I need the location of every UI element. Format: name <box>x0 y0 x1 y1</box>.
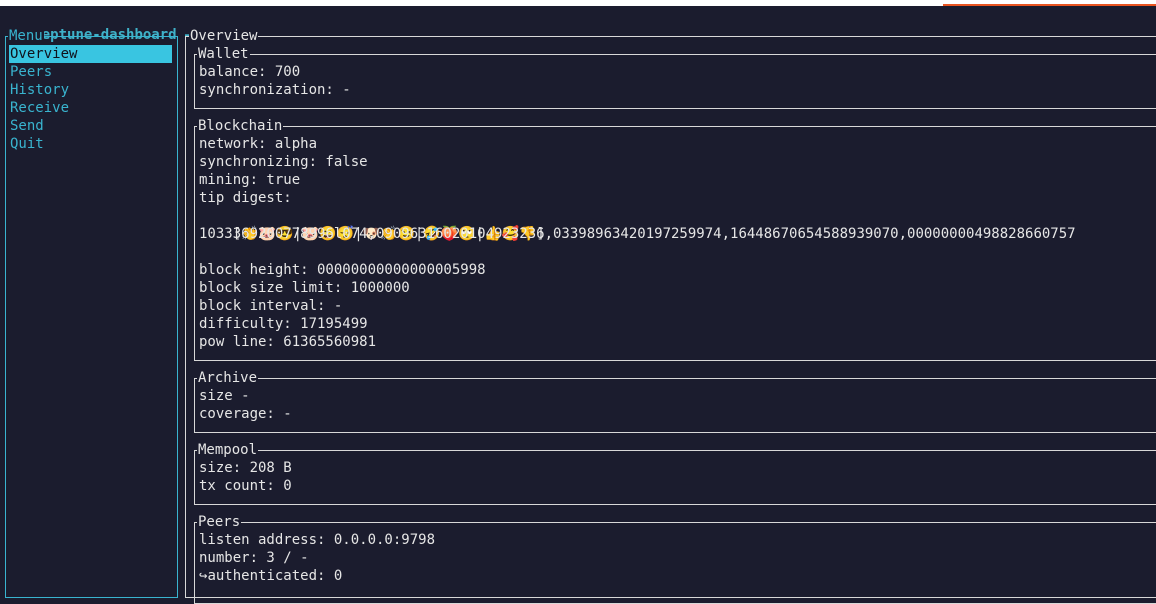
overview-title: Overview <box>189 27 259 45</box>
blockchain-block-interval: block interval: - <box>199 298 343 314</box>
mempool-title: Mempool <box>197 441 259 459</box>
menu-item-overview[interactable]: Overview <box>9 45 172 63</box>
blockchain-network: network: alpha <box>199 136 318 152</box>
mempool-size: size: 208 B <box>199 460 292 476</box>
window-top-accent <box>943 4 1156 6</box>
tip-digest-hex: 1033369200778996l074,0909631602010492323… <box>199 226 1076 242</box>
menu-item-peers[interactable]: Peers <box>9 63 172 81</box>
wallet-synchronization: synchronization: - <box>199 82 351 98</box>
mempool-tx-count: tx count: 0 <box>199 478 292 494</box>
peers-panel: Peers listen address: 0.0.0.0:9798 numbe… <box>194 513 1156 604</box>
blockchain-panel: Blockchain network: alpha synchronizing:… <box>194 117 1156 361</box>
menu-item-history[interactable]: History <box>9 81 172 99</box>
tip-digest-emoji: [👏🐷😎|🐷😄😴|🐶👏😉|🤣🍑🙄|👍🥰👎] <box>199 207 545 242</box>
peers-listen-address: listen address: 0.0.0.0:9798 <box>199 532 436 548</box>
peers-authenticated: ↪authenticated: 0 <box>199 567 342 585</box>
blockchain-synchronizing: synchronizing: false <box>199 154 368 170</box>
blockchain-pow-line: pow line: 61365560981 <box>199 334 377 350</box>
app-title-bar: Ψneptune-dashboard — alpha <box>4 8 244 43</box>
menu-item-receive[interactable]: Receive <box>9 99 172 117</box>
menu-panel: Menu Overview Peers History Receive Send… <box>5 27 178 598</box>
menu-title: Menu <box>8 27 44 45</box>
wallet-panel: Wallet balance: 700 synchronization: - <box>194 45 1156 109</box>
wallet-balance: balance: 700 <box>199 64 301 80</box>
blockchain-difficulty: difficulty: 17195499 <box>199 316 368 332</box>
peers-title: Peers <box>197 513 242 531</box>
mempool-panel: Mempool size: 208 B tx count: 0 <box>194 441 1156 505</box>
wallet-title: Wallet <box>197 45 250 63</box>
menu-item-quit[interactable]: Quit <box>9 135 172 153</box>
peers-number: number: 3 / - <box>199 550 309 566</box>
tip-digest-label: tip digest: <box>199 190 292 206</box>
archive-coverage: coverage: - <box>199 406 292 422</box>
peers-authenticated-value: authenticated: 0 <box>207 568 343 584</box>
blockchain-block-height: block height: 00000000000000005998 <box>199 262 486 278</box>
blockchain-block-size-limit: block size limit: 1000000 <box>199 280 410 296</box>
blockchain-mining: mining: true <box>199 172 301 188</box>
blockchain-title: Blockchain <box>197 117 284 135</box>
archive-panel: Archive size - coverage: - <box>194 369 1156 433</box>
archive-size: size - <box>199 388 250 404</box>
archive-title: Archive <box>197 369 259 387</box>
menu-item-send[interactable]: Send <box>9 117 172 135</box>
